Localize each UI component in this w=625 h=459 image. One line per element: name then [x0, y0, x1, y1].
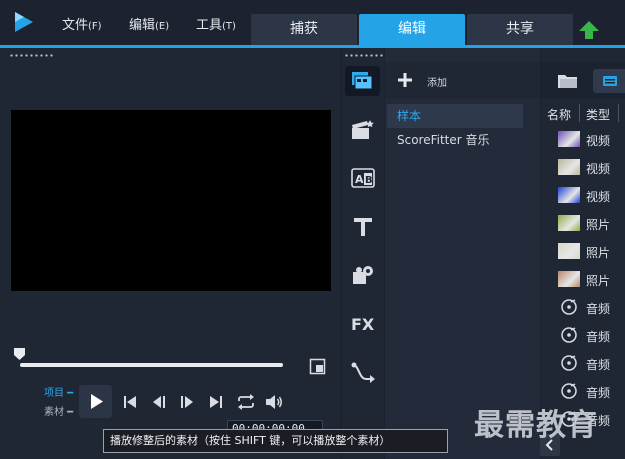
play-icon — [91, 394, 103, 409]
media-type-label: 视频 — [586, 190, 611, 204]
tab-edit[interactable]: 编辑 — [359, 14, 465, 45]
audio-thumb-icon — [561, 355, 577, 371]
audio-thumb-icon — [561, 327, 577, 343]
mode-project[interactable]: 项目 ━ — [44, 384, 73, 399]
media-type-label: 照片 — [586, 274, 611, 288]
scrub-handle-icon[interactable] — [13, 347, 26, 361]
panel-grip[interactable] — [344, 54, 390, 57]
go-to-start-icon[interactable] — [120, 392, 140, 412]
folder-import-icon[interactable] — [557, 72, 579, 90]
upload-arrow-icon[interactable] — [578, 20, 600, 40]
mode-clip[interactable]: 素材 ━ — [44, 403, 73, 418]
add-label[interactable]: 添加 — [427, 74, 447, 89]
title-bar: 文件(F) 编辑(E) 工具(T) 捕获 编辑 共享 — [0, 0, 625, 46]
play-button[interactable] — [79, 385, 112, 418]
play-tooltip: 播放修整后的素材（按住 SHIFT 键，可以播放整个素材） — [103, 429, 448, 453]
menu-tools[interactable]: 工具(T) — [196, 14, 236, 33]
go-to-end-icon[interactable] — [206, 392, 226, 412]
volume-icon[interactable] — [264, 392, 284, 412]
media-library-icon[interactable] — [349, 68, 375, 94]
view-toggle-button[interactable] — [593, 69, 625, 93]
media-type-label: 音频 — [586, 302, 611, 316]
column-type-header[interactable]: 类型 — [586, 106, 610, 123]
menu-edit[interactable]: 编辑(E) — [129, 14, 169, 33]
media-type-label: 音频 — [586, 358, 611, 372]
title-template-icon[interactable]: A B — [350, 165, 376, 191]
video-thumbnail — [558, 187, 580, 203]
tab-share[interactable]: 共享 — [467, 14, 573, 45]
previous-frame-icon[interactable] — [150, 392, 170, 412]
media-type-label: 音频 — [586, 386, 611, 400]
media-type-label: 照片 — [586, 246, 611, 260]
menu-file[interactable]: 文件(F) — [62, 14, 102, 33]
library-rail — [342, 48, 384, 459]
watermark-text: 最需教育 — [474, 408, 598, 443]
media-type-label: 音频 — [586, 330, 611, 344]
text-icon[interactable] — [350, 214, 376, 240]
tab-capture[interactable]: 捕获 — [251, 14, 357, 45]
video-thumbnail — [558, 131, 580, 147]
media-type-label: 照片 — [586, 218, 611, 232]
filter-icon[interactable] — [350, 262, 376, 288]
preview-screen — [11, 110, 331, 291]
app-logo-icon — [15, 12, 33, 32]
media-type-label: 视频 — [586, 134, 611, 148]
photo-thumbnail — [558, 271, 580, 287]
list-view-icon — [603, 76, 617, 86]
audio-thumb-icon — [561, 383, 577, 399]
audio-thumb-icon — [561, 299, 577, 315]
photo-thumbnail — [558, 243, 580, 259]
svg-text:B: B — [365, 175, 373, 186]
library-item-sample[interactable]: 样本 — [387, 104, 523, 128]
add-icon[interactable] — [398, 73, 412, 87]
next-frame-icon[interactable] — [176, 392, 196, 412]
media-type-label: 视频 — [586, 162, 611, 176]
scrub-bar[interactable] — [20, 363, 283, 367]
photo-thumbnail — [558, 215, 580, 231]
column-name-header[interactable]: 名称 — [547, 106, 571, 123]
transition-path-icon[interactable] — [350, 359, 376, 385]
svg-text:A: A — [355, 173, 364, 186]
fit-screen-icon[interactable] — [309, 358, 326, 375]
library-item-scorefitter[interactable]: ScoreFitter 音乐 — [387, 128, 523, 152]
instant-project-icon[interactable] — [350, 117, 376, 143]
column-divider[interactable] — [618, 104, 619, 122]
column-divider[interactable] — [579, 104, 580, 122]
repeat-icon[interactable] — [236, 392, 256, 412]
fx-icon[interactable]: FX — [351, 312, 377, 338]
panel-grip[interactable] — [9, 54, 55, 57]
video-thumbnail — [558, 159, 580, 175]
